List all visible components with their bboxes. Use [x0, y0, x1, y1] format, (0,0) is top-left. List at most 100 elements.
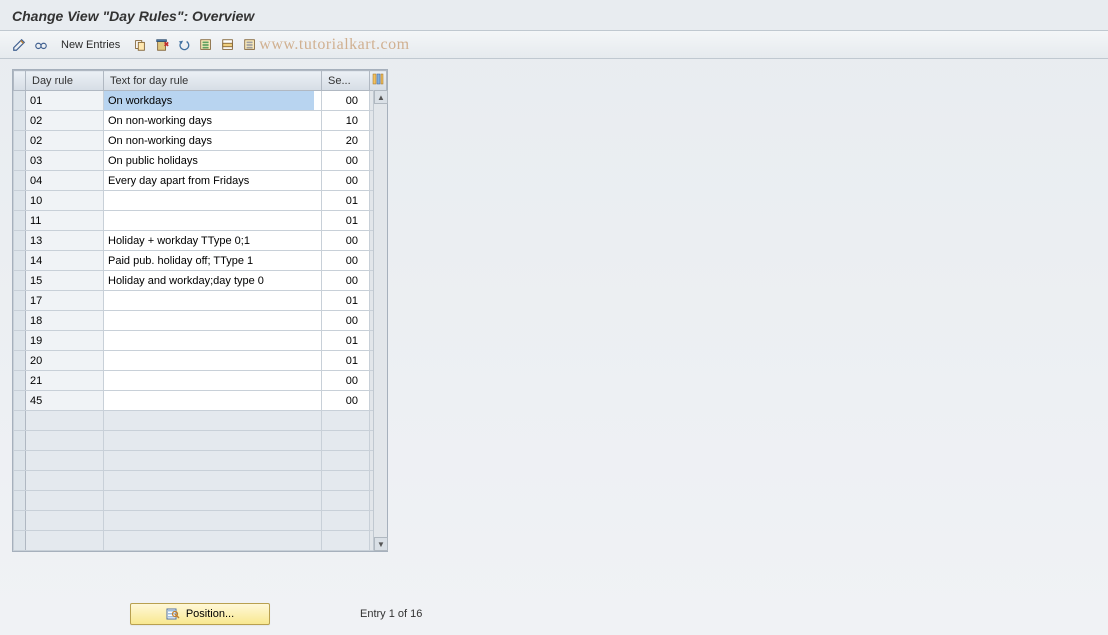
row-selector[interactable] — [14, 231, 26, 251]
day-rule-se-input[interactable] — [322, 151, 362, 170]
day-rule-se-input[interactable] — [322, 451, 362, 470]
day-rule-text-input[interactable] — [104, 91, 314, 110]
scroll-up-button[interactable]: ▲ — [374, 90, 388, 104]
row-selector[interactable] — [14, 531, 26, 551]
day-rule-code-input[interactable] — [26, 391, 96, 410]
day-rule-se-input[interactable] — [322, 91, 362, 110]
day-rule-text-input[interactable] — [104, 191, 314, 210]
day-rule-text-input[interactable] — [104, 411, 314, 430]
day-rule-code-input[interactable] — [26, 251, 96, 270]
day-rule-text-input[interactable] — [104, 151, 314, 170]
day-rule-text-input[interactable] — [104, 291, 314, 310]
day-rule-code-input[interactable] — [26, 211, 96, 230]
row-selector-header[interactable] — [14, 71, 26, 91]
day-rule-code-input[interactable] — [26, 171, 96, 190]
day-rule-code-input[interactable] — [26, 271, 96, 290]
day-rule-text-input[interactable] — [104, 431, 314, 450]
row-selector[interactable] — [14, 191, 26, 211]
row-selector[interactable] — [14, 291, 26, 311]
column-header-text[interactable]: Text for day rule — [104, 71, 322, 91]
day-rule-se-input[interactable] — [322, 391, 362, 410]
day-rule-text-input[interactable] — [104, 231, 314, 250]
day-rule-se-input[interactable] — [322, 251, 362, 270]
select-block-icon[interactable] — [219, 36, 237, 54]
row-selector[interactable] — [14, 511, 26, 531]
day-rule-code-input[interactable] — [26, 531, 96, 550]
day-rule-text-input[interactable] — [104, 211, 314, 230]
day-rule-text-input[interactable] — [104, 371, 314, 390]
day-rule-text-input[interactable] — [104, 491, 314, 510]
column-header-se[interactable]: Se... — [322, 71, 370, 91]
row-selector[interactable] — [14, 271, 26, 291]
row-selector[interactable] — [14, 211, 26, 231]
day-rule-text-input[interactable] — [104, 471, 314, 490]
day-rule-code-input[interactable] — [26, 91, 96, 110]
day-rule-code-input[interactable] — [26, 191, 96, 210]
day-rule-code-input[interactable] — [26, 131, 96, 150]
column-header-day-rule[interactable]: Day rule — [26, 71, 104, 91]
day-rule-code-input[interactable] — [26, 151, 96, 170]
row-selector[interactable] — [14, 331, 26, 351]
delete-icon[interactable] — [153, 36, 171, 54]
day-rule-se-input[interactable] — [322, 411, 362, 430]
day-rule-text-input[interactable] — [104, 331, 314, 350]
row-selector[interactable] — [14, 111, 26, 131]
day-rule-code-input[interactable] — [26, 111, 96, 130]
day-rule-code-input[interactable] — [26, 471, 96, 490]
day-rule-code-input[interactable] — [26, 291, 96, 310]
day-rule-text-input[interactable] — [104, 351, 314, 370]
day-rule-se-input[interactable] — [322, 291, 362, 310]
day-rule-se-input[interactable] — [322, 111, 362, 130]
day-rule-code-input[interactable] — [26, 491, 96, 510]
day-rule-se-input[interactable] — [322, 331, 362, 350]
row-selector[interactable] — [14, 391, 26, 411]
day-rule-text-input[interactable] — [104, 311, 314, 330]
day-rule-se-input[interactable] — [322, 311, 362, 330]
row-selector[interactable] — [14, 471, 26, 491]
day-rule-code-input[interactable] — [26, 331, 96, 350]
day-rule-se-input[interactable] — [322, 431, 362, 450]
day-rule-code-input[interactable] — [26, 231, 96, 250]
glasses-icon[interactable] — [32, 36, 50, 54]
day-rule-text-input[interactable] — [104, 251, 314, 270]
row-selector[interactable] — [14, 371, 26, 391]
day-rule-se-input[interactable] — [322, 371, 362, 390]
day-rule-se-input[interactable] — [322, 171, 362, 190]
new-entries-button[interactable]: New Entries — [54, 36, 127, 54]
day-rule-se-input[interactable] — [322, 131, 362, 150]
position-button[interactable]: Position... — [130, 603, 270, 625]
day-rule-se-input[interactable] — [322, 271, 362, 290]
day-rule-code-input[interactable] — [26, 451, 96, 470]
day-rule-code-input[interactable] — [26, 431, 96, 450]
row-selector[interactable] — [14, 311, 26, 331]
row-selector[interactable] — [14, 91, 26, 111]
day-rule-code-input[interactable] — [26, 351, 96, 370]
scroll-down-button[interactable]: ▼ — [374, 537, 388, 551]
day-rule-code-input[interactable] — [26, 371, 96, 390]
vertical-scrollbar[interactable]: ▲ ▼ — [373, 90, 387, 551]
day-rule-code-input[interactable] — [26, 511, 96, 530]
day-rule-text-input[interactable] — [104, 111, 314, 130]
table-settings-icon[interactable] — [370, 71, 387, 91]
row-selector[interactable] — [14, 491, 26, 511]
day-rule-code-input[interactable] — [26, 411, 96, 430]
day-rule-text-input[interactable] — [104, 171, 314, 190]
day-rule-se-input[interactable] — [322, 231, 362, 250]
row-selector[interactable] — [14, 451, 26, 471]
day-rule-text-input[interactable] — [104, 451, 314, 470]
row-selector[interactable] — [14, 131, 26, 151]
row-selector[interactable] — [14, 151, 26, 171]
row-selector[interactable] — [14, 251, 26, 271]
day-rule-se-input[interactable] — [322, 471, 362, 490]
row-selector[interactable] — [14, 351, 26, 371]
day-rule-code-input[interactable] — [26, 311, 96, 330]
day-rule-se-input[interactable] — [322, 511, 362, 530]
undo-icon[interactable] — [175, 36, 193, 54]
day-rule-text-input[interactable] — [104, 391, 314, 410]
row-selector[interactable] — [14, 171, 26, 191]
day-rule-text-input[interactable] — [104, 131, 314, 150]
day-rule-text-input[interactable] — [104, 531, 314, 550]
row-selector[interactable] — [14, 431, 26, 451]
copy-icon[interactable] — [131, 36, 149, 54]
select-all-icon[interactable] — [197, 36, 215, 54]
